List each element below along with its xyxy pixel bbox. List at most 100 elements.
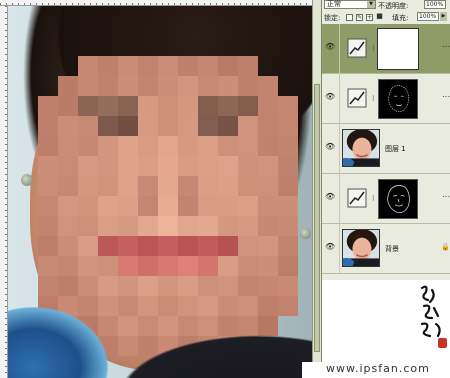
mosaic-tile (278, 96, 298, 116)
mosaic-tile (38, 136, 58, 156)
mosaic-tile (258, 96, 278, 116)
image-canvas[interactable] (0, 0, 312, 378)
layer-photo-thumbnail[interactable] (342, 129, 380, 167)
eye-icon[interactable]: 👁 (325, 143, 335, 151)
mosaic-tile (78, 136, 98, 156)
layer-background[interactable]: 👁 背景 🔒 (322, 224, 450, 274)
eye-icon[interactable]: 👁 (325, 193, 335, 201)
chevron-right-icon[interactable]: ▶ (440, 12, 447, 21)
mosaic-tile (38, 236, 58, 256)
layer-curves-3[interactable]: 👁 ⁝ ⋯ (322, 174, 450, 224)
layer-mask-thumbnail[interactable] (378, 79, 418, 119)
layer-1[interactable]: 👁 图层 1 (322, 124, 450, 174)
mosaic-tile (218, 216, 238, 236)
earring-left (21, 174, 33, 186)
curves-adjustment-icon (344, 35, 370, 61)
mosaic-tile (98, 176, 118, 196)
eye-icon[interactable]: 👁 (325, 43, 335, 51)
mosaic-tile (258, 236, 278, 256)
mosaic-tile (258, 116, 278, 136)
dark-coat (48, 256, 312, 378)
mosaic-tile (218, 196, 238, 216)
mosaic-tile (198, 236, 218, 256)
mosaic-tile (78, 56, 98, 76)
mosaic-tile (158, 96, 178, 116)
lock-icon: 🔒 (441, 243, 450, 251)
eye-icon[interactable]: 👁 (325, 243, 335, 251)
lock-all-button[interactable]: ■ (376, 13, 383, 21)
divider (339, 224, 340, 274)
mosaic-tile (38, 156, 58, 176)
layer-mask-thumbnail[interactable] (378, 179, 418, 219)
layer-mask-thumbnail[interactable] (377, 28, 419, 70)
lock-transparency-button[interactable] (346, 14, 353, 21)
mosaic-tile (198, 196, 218, 216)
mosaic-tile (178, 56, 198, 76)
portrait-photo (8, 6, 312, 378)
eye-icon[interactable]: 👁 (325, 93, 335, 101)
scrollbar-thumb[interactable] (314, 84, 320, 352)
mosaic-tile (58, 116, 78, 136)
mosaic-tile (78, 156, 98, 176)
layer-curves-top[interactable]: 👁 ⁝ ⋯ (322, 24, 450, 74)
mosaic-tile (138, 136, 158, 156)
mosaic-tile (118, 136, 138, 156)
mosaic-tile (278, 116, 298, 136)
mosaic-tile (98, 196, 118, 216)
mosaic-tile (158, 76, 178, 96)
mosaic-tile (178, 76, 198, 96)
mosaic-tile (38, 76, 58, 96)
mosaic-tile (238, 196, 258, 216)
mosaic-tile (238, 136, 258, 156)
mosaic-tile (38, 196, 58, 216)
mosaic-tile (138, 216, 158, 236)
mosaic-tile (98, 116, 118, 136)
mosaic-tile (158, 136, 178, 156)
mosaic-tile (138, 236, 158, 256)
lock-position-button[interactable]: + (366, 14, 373, 21)
canvas-scrollbar[interactable] (312, 0, 321, 378)
opacity-input[interactable]: 100% (424, 0, 446, 9)
divider (339, 174, 340, 224)
mosaic-tile (58, 96, 78, 116)
mosaic-tile (78, 96, 98, 116)
mosaic-tile (98, 136, 118, 156)
layer-photo-thumbnail[interactable] (342, 229, 380, 267)
mosaic-tile (278, 176, 298, 196)
mosaic-tile (178, 136, 198, 156)
chevron-down-icon[interactable]: ▼ (367, 1, 375, 8)
mosaic-tile (118, 216, 138, 236)
mosaic-tile (178, 196, 198, 216)
mosaic-tile (278, 156, 298, 176)
mosaic-tile (258, 156, 278, 176)
mosaic-tile (138, 196, 158, 216)
mosaic-tile (198, 136, 218, 156)
mosaic-tile (258, 216, 278, 236)
mosaic-tile (258, 136, 278, 156)
horizontal-ruler (0, 0, 312, 6)
more-icon: ⋯ (442, 42, 450, 51)
fill-input[interactable]: 100% (417, 12, 439, 21)
mosaic-tile (198, 156, 218, 176)
mosaic-tile (158, 116, 178, 136)
blend-mode-select[interactable]: 正常 ▼ (324, 0, 376, 9)
mosaic-tile (98, 96, 118, 116)
layer-curves-2[interactable]: 👁 ⁝ ⋯ (322, 74, 450, 124)
divider (339, 24, 340, 74)
mosaic-tile (118, 156, 138, 176)
mosaic-tile (238, 216, 258, 236)
mosaic-tile (58, 56, 78, 76)
mosaic-tile (178, 116, 198, 136)
opacity-label: 不透明度: (378, 2, 409, 10)
lock-pixels-button[interactable]: ✎ (356, 14, 363, 21)
mosaic-tile (158, 56, 178, 76)
mosaic-tile (58, 136, 78, 156)
mosaic-tile (58, 76, 78, 96)
mosaic-tile (138, 56, 158, 76)
mosaic-tile (158, 196, 178, 216)
mosaic-tile (278, 76, 298, 96)
mosaic-tile (98, 236, 118, 256)
divider (339, 74, 340, 124)
mosaic-tile (138, 96, 158, 116)
mosaic-tile (158, 176, 178, 196)
